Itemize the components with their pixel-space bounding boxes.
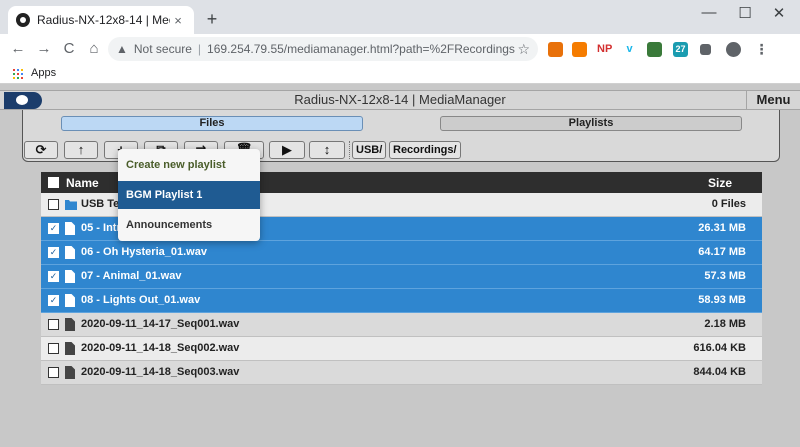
upload-button[interactable]: ↑	[64, 141, 98, 159]
not-secure-label[interactable]: Not secure	[134, 42, 192, 56]
chart-icon[interactable]	[548, 42, 563, 57]
warning-icon[interactable]: ▲	[116, 42, 128, 56]
file-size: 2.18 MB	[704, 318, 746, 330]
reload-button[interactable]: C	[59, 39, 79, 59]
file-name: 08 - Lights Out_01.wav	[81, 294, 201, 306]
apps-grid-icon[interactable]	[13, 69, 23, 79]
file-name: 2020-09-11_14-18_Seq002.wav	[81, 342, 240, 354]
path-recordings-button[interactable]: Recordings/	[389, 141, 461, 159]
browser-tab[interactable]: Radius-NX-12x8-14 | MediaManag ×	[8, 6, 194, 34]
create-playlist-item[interactable]: Create new playlist	[118, 152, 260, 178]
back-button[interactable]: ←	[8, 39, 28, 59]
sort-button[interactable]: ↕	[309, 141, 345, 159]
tab-files[interactable]: Files	[61, 116, 363, 131]
row-checkbox[interactable]: ✓	[48, 247, 59, 258]
refresh-button[interactable]: ⟳	[24, 141, 58, 159]
file-size: 0 Files	[711, 198, 746, 210]
app-title: Radius-NX-12x8-14 | MediaManager	[294, 92, 506, 107]
kebab-icon[interactable]: ⋮	[754, 42, 769, 57]
table-row[interactable]: ✓ 07 - Animal_01.wav 57.3 MB	[41, 265, 762, 289]
vimeo-icon[interactable]: v	[622, 42, 637, 57]
minimize-button[interactable]: —	[694, 4, 724, 21]
folder-icon	[65, 199, 77, 212]
table-row[interactable]: 2020-09-11_14-18_Seq002.wav 616.04 KB	[41, 337, 762, 361]
select-all-checkbox[interactable]	[48, 177, 59, 188]
menu-button[interactable]: Menu	[746, 90, 800, 110]
browser-toolbar: ← → C ⌂ ▲ Not secure | 169.254.79.55/med…	[0, 34, 800, 64]
bookmarks-bar: Apps	[0, 64, 800, 84]
header-size[interactable]: Size	[708, 176, 732, 190]
file-icon	[65, 270, 75, 283]
file-size: 58.93 MB	[698, 294, 746, 306]
play-button[interactable]: ▶	[269, 141, 305, 159]
file-name: 06 - Oh Hysteria_01.wav	[81, 246, 207, 258]
tablet-icon[interactable]	[647, 42, 662, 57]
table-row[interactable]: 2020-09-11_14-17_Seq001.wav 2.18 MB	[41, 313, 762, 337]
address-bar[interactable]: ▲ Not secure | 169.254.79.55/mediamanage…	[108, 37, 538, 61]
file-size: 616.04 KB	[693, 342, 746, 354]
np-icon[interactable]: NP	[597, 42, 612, 57]
announcements-item[interactable]: Announcements	[118, 212, 260, 238]
bgm-playlist-item[interactable]: BGM Playlist 1	[118, 181, 260, 209]
grid-icon[interactable]	[572, 42, 587, 57]
row-checkbox[interactable]: ✓	[48, 223, 59, 234]
calendar-icon[interactable]: 27	[673, 42, 688, 57]
file-icon	[65, 318, 75, 331]
favicon-icon	[16, 13, 30, 27]
bookmark-star-icon[interactable]: ☆	[517, 41, 530, 58]
row-checkbox[interactable]: ✓	[48, 295, 59, 306]
file-name: 2020-09-11_14-18_Seq003.wav	[81, 366, 240, 378]
file-icon	[65, 294, 75, 307]
file-size: 26.31 MB	[698, 222, 746, 234]
header-name[interactable]: Name	[66, 176, 99, 190]
file-icon	[65, 366, 75, 379]
tab-close-icon[interactable]: ×	[170, 13, 186, 28]
file-icon	[65, 246, 75, 259]
profile-icon[interactable]	[726, 42, 741, 57]
row-checkbox[interactable]: ✓	[48, 271, 59, 282]
maximize-button[interactable]: ☐	[730, 4, 760, 22]
toolbar-divider	[349, 141, 350, 159]
playlist-dropdown: Create new playlist BGM Playlist 1 Annou…	[118, 149, 260, 241]
home-button[interactable]: ⌂	[84, 39, 104, 59]
close-window-button[interactable]: ✕	[764, 4, 794, 22]
file-size: 57.3 MB	[704, 270, 746, 282]
forward-button[interactable]: →	[34, 39, 54, 59]
table-row[interactable]: 2020-09-11_14-18_Seq003.wav 844.04 KB	[41, 361, 762, 385]
new-tab-button[interactable]: +	[202, 9, 222, 30]
file-size: 844.04 KB	[693, 366, 746, 378]
row-checkbox[interactable]	[48, 343, 59, 354]
path-usb-button[interactable]: USB/	[352, 141, 387, 159]
file-name: USB Te	[81, 198, 120, 210]
row-checkbox[interactable]	[48, 319, 59, 330]
app-header: Radius-NX-12x8-14 | MediaManager Menu	[0, 90, 800, 110]
url-separator: |	[197, 42, 202, 56]
file-name: 2020-09-11_14-17_Seq001.wav	[81, 318, 240, 330]
tab-playlists[interactable]: Playlists	[440, 116, 742, 131]
puzzle-icon[interactable]	[700, 44, 711, 55]
table-row[interactable]: ✓ 06 - Oh Hysteria_01.wav 64.17 MB	[41, 241, 762, 265]
browser-tabstrip: Radius-NX-12x8-14 | MediaManag × + — ☐ ✕	[0, 0, 800, 34]
file-name: 07 - Animal_01.wav	[81, 270, 182, 282]
file-icon	[65, 222, 75, 235]
file-size: 64.17 MB	[698, 246, 746, 258]
row-checkbox[interactable]	[48, 367, 59, 378]
tab-title: Radius-NX-12x8-14 | MediaManag	[37, 13, 170, 27]
apps-bookmark[interactable]: Apps	[31, 67, 56, 79]
file-name: 05 - Intr	[81, 222, 121, 234]
row-checkbox[interactable]	[48, 199, 59, 210]
table-row[interactable]: ✓ 08 - Lights Out_01.wav 58.93 MB	[41, 289, 762, 313]
file-icon	[65, 342, 75, 355]
url-text[interactable]: 169.254.79.55/mediamanager.html?path=%2F…	[207, 42, 517, 56]
